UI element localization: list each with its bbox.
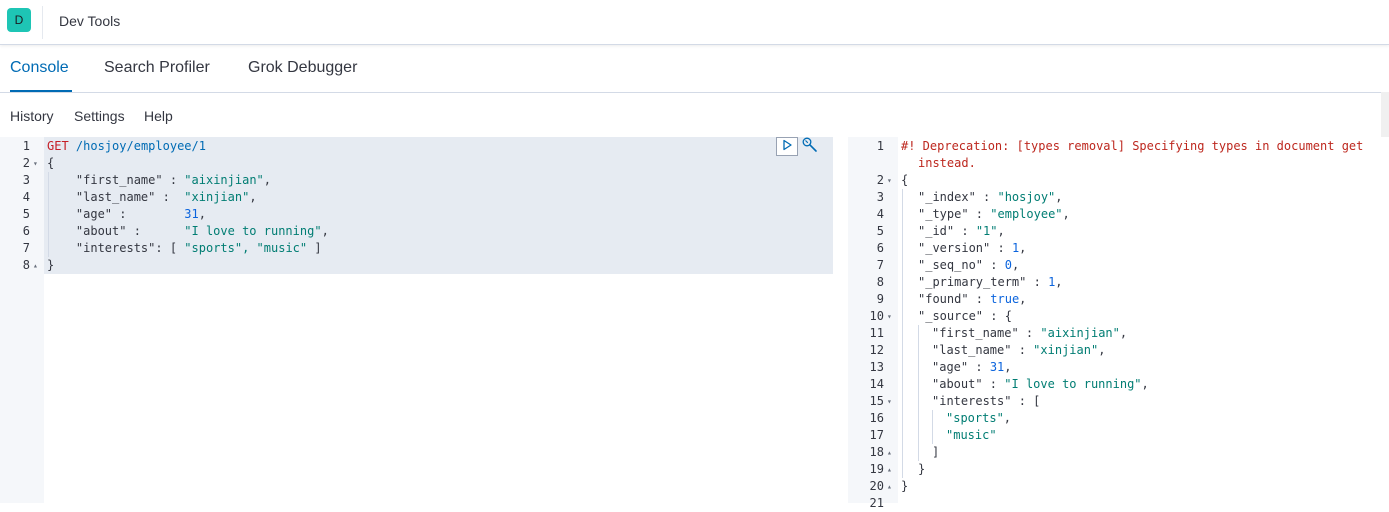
response-line: "_version" : 1, <box>918 241 1027 255</box>
line-number: 5 <box>876 224 884 238</box>
response-line: } <box>918 462 926 476</box>
line-number: 9 <box>876 292 884 306</box>
fold-toggle-icon[interactable]: ▴ <box>887 461 892 478</box>
line-number: 1 <box>876 139 884 153</box>
line-number: 4 <box>876 207 884 221</box>
response-line: "_type" : "employee", <box>918 207 1070 221</box>
line-number: 4 <box>22 190 30 204</box>
request-gutter: 1 2 ▾ 3 4 5 6 7 8 ▴ <box>0 137 44 503</box>
response-line: { <box>901 173 909 187</box>
request-line: "last_name" : "xinjian", <box>75 190 257 204</box>
run-request-button[interactable] <box>776 137 798 156</box>
response-line: "found" : true, <box>918 292 1027 306</box>
tab-console[interactable]: Console <box>10 59 72 92</box>
response-line: "_primary_term" : 1, <box>918 275 1063 289</box>
line-number: 6 <box>876 241 884 255</box>
indent-guide <box>48 172 49 257</box>
fold-toggle-icon[interactable]: ▾ <box>887 393 892 410</box>
response-line: "first_name" : "aixinjian", <box>932 326 1128 340</box>
response-line: "_index" : "hosjoy", <box>918 190 1063 204</box>
fold-toggle-icon[interactable]: ▴ <box>33 257 38 274</box>
history-link[interactable]: History <box>10 108 54 124</box>
line-number: 8 <box>22 258 30 272</box>
play-icon <box>781 138 793 156</box>
help-link[interactable]: Help <box>144 108 173 124</box>
response-line: "_id" : "1", <box>918 224 1005 238</box>
deprecation-warning-cont: instead. <box>918 156 976 170</box>
response-line: "about" : "I love to running", <box>932 377 1149 391</box>
request-settings-button[interactable] <box>800 137 820 157</box>
request-line: { <box>47 156 55 170</box>
settings-link[interactable]: Settings <box>74 108 125 124</box>
response-line: "music" <box>946 428 997 442</box>
wrench-icon <box>801 136 819 159</box>
line-number: 8 <box>876 275 884 289</box>
response-line: "_seq_no" : 0, <box>918 258 1020 272</box>
tab-scrollbar[interactable] <box>1381 92 1389 139</box>
request-line: "first_name" : "aixinjian", <box>75 173 272 187</box>
response-line: "age" : 31, <box>932 360 1012 374</box>
line-number: 6 <box>22 224 30 238</box>
line-number: 17 <box>869 428 884 442</box>
line-number: 16 <box>869 411 884 425</box>
indent-guide <box>918 325 919 461</box>
response-line: "interests" : [ <box>932 394 1041 408</box>
line-number: 11 <box>869 326 884 340</box>
request-line: "age" : 31, <box>75 207 206 221</box>
line-number: 5 <box>22 207 30 221</box>
tab-bar: Console Search Profiler Grok Debugger <box>0 46 1389 139</box>
request-line: "about" : "I love to running", <box>75 224 329 238</box>
response-line: "last_name" : "xinjian", <box>932 343 1106 357</box>
line-number: 21 <box>869 496 884 510</box>
response-viewer[interactable]: 1 2 ▾ 3 4 5 6 7 8 9 10 ▾ 11 12 13 14 15 … <box>848 137 1389 510</box>
response-line: ] <box>932 445 940 459</box>
response-line: "sports", <box>946 411 1012 425</box>
deprecation-warning: #! Deprecation: [types removal] Specifyi… <box>901 139 1364 153</box>
app-avatar-badge[interactable]: D <box>7 8 31 32</box>
line-number: 1 <box>22 139 30 153</box>
page-title: Dev Tools <box>59 13 121 29</box>
tab-search-profiler[interactable]: Search Profiler <box>104 59 210 92</box>
line-number: 2 <box>876 173 884 187</box>
request-code[interactable]: GET /hosjoy/employee/1 { "first_name" : … <box>44 137 833 503</box>
line-number: 19 <box>869 462 884 476</box>
line-number: 3 <box>22 173 30 187</box>
indent-guide <box>932 410 933 444</box>
fold-toggle-icon[interactable]: ▴ <box>887 444 892 461</box>
top-header-bar: D Dev Tools <box>0 0 1389 45</box>
line-number: 2 <box>22 156 30 170</box>
response-code[interactable]: #! Deprecation: [types removal] Specifyi… <box>898 137 1389 503</box>
line-number: 13 <box>869 360 884 374</box>
fold-toggle-icon[interactable]: ▴ <box>887 478 892 495</box>
line-number: 12 <box>869 343 884 357</box>
response-gutter: 1 2 ▾ 3 4 5 6 7 8 9 10 ▾ 11 12 13 14 15 … <box>848 137 898 510</box>
indent-guide <box>902 189 903 478</box>
header-divider <box>42 6 43 39</box>
request-editor[interactable]: 1 2 ▾ 3 4 5 6 7 8 ▴ GET /hosjoy/employee… <box>0 137 833 503</box>
line-number: 7 <box>22 241 30 255</box>
line-number: 20 <box>869 479 884 493</box>
response-line: } <box>901 479 909 493</box>
request-line: } <box>47 258 55 272</box>
fold-toggle-icon[interactable]: ▾ <box>887 308 892 325</box>
fold-toggle-icon[interactable]: ▾ <box>33 155 38 172</box>
request-line: "interests": [ "sports", "music" ] <box>75 241 322 255</box>
line-number: 7 <box>876 258 884 272</box>
line-number: 3 <box>876 190 884 204</box>
request-line: GET /hosjoy/employee/1 <box>47 139 206 153</box>
tab-grok-debugger[interactable]: Grok Debugger <box>248 59 357 92</box>
line-number: 18 <box>869 445 884 459</box>
line-number: 14 <box>869 377 884 391</box>
fold-toggle-icon[interactable]: ▾ <box>887 172 892 189</box>
pane-resizer[interactable] <box>833 137 848 503</box>
response-line: "_source" : { <box>918 309 1012 323</box>
line-number: 10 <box>869 309 884 323</box>
line-number: 15 <box>869 394 884 408</box>
